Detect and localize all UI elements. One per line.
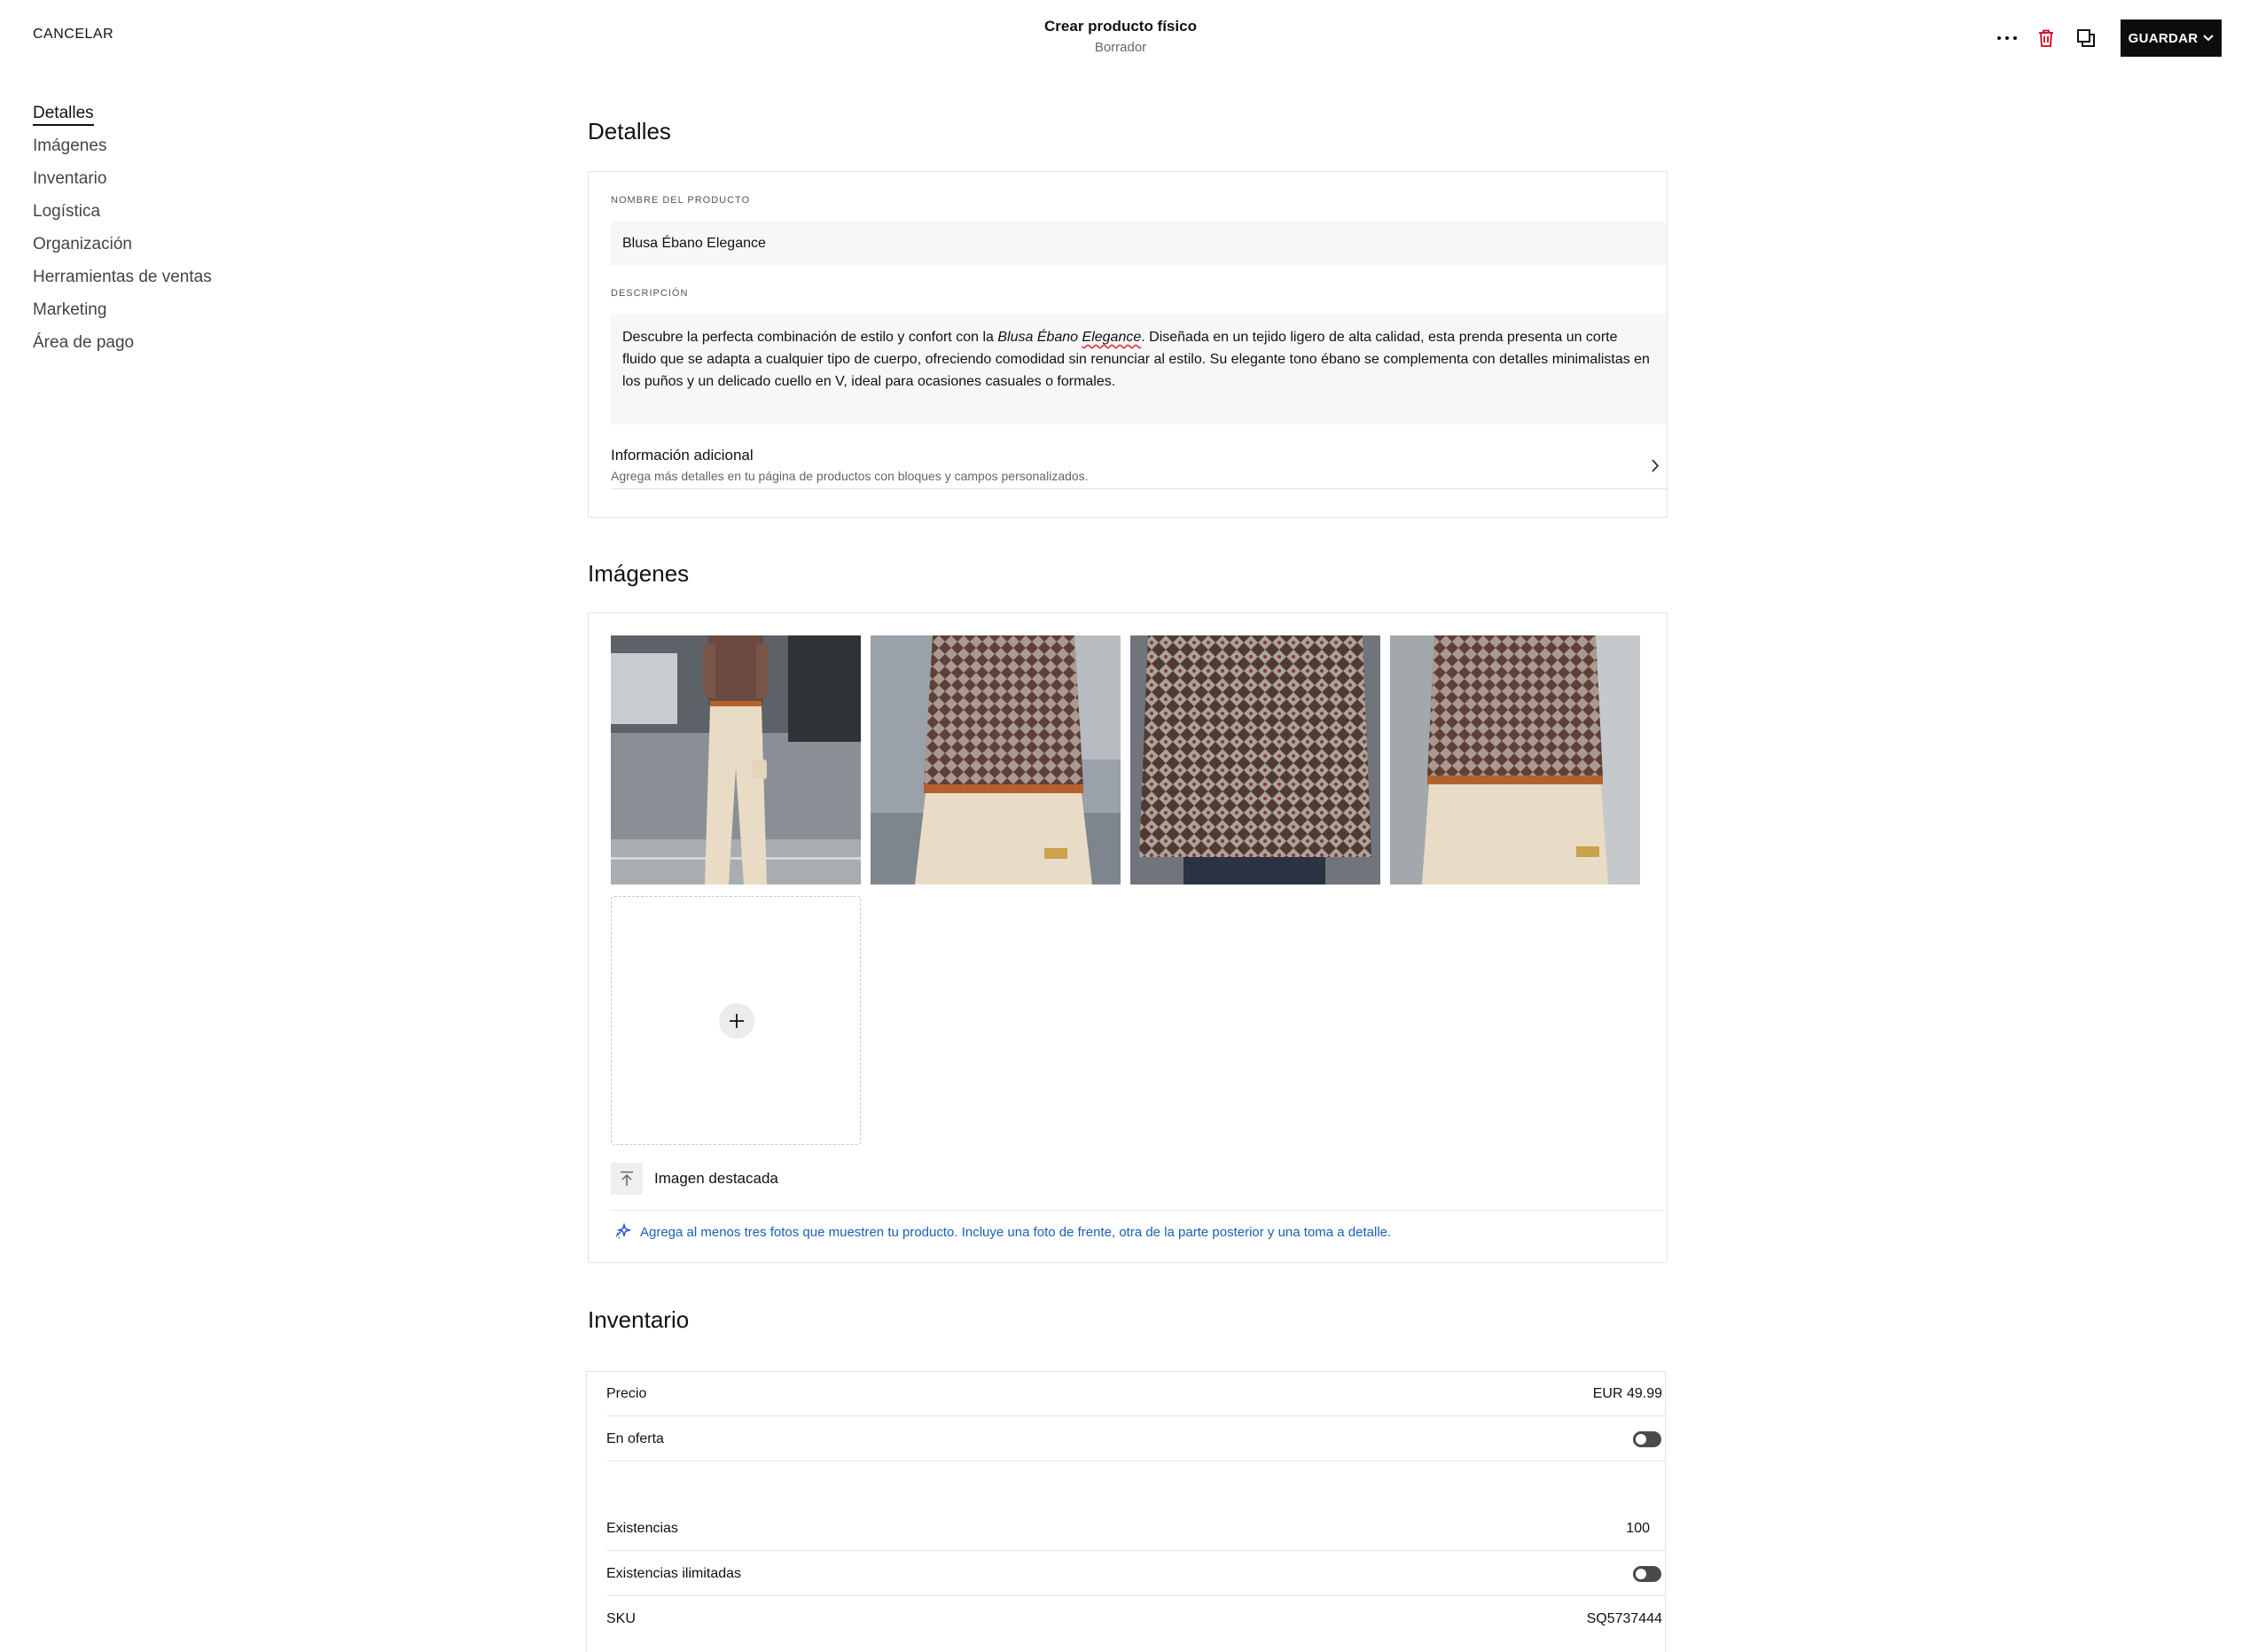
- chevron-down-icon: [2203, 35, 2215, 42]
- plus-icon: [719, 1003, 754, 1039]
- section-nav: Detalles Imágenes Inventario Logística O…: [33, 101, 212, 363]
- description-textarea[interactable]: Descubre la perfecta combinación de esti…: [611, 314, 1667, 425]
- sparkle-icon: [615, 1223, 631, 1239]
- nav-item-marketing[interactable]: Marketing: [33, 298, 212, 331]
- price-row[interactable]: Precio EUR 49.99: [606, 1372, 1665, 1416]
- additional-info-title: Información adicional: [611, 447, 754, 464]
- product-image[interactable]: [1130, 635, 1380, 884]
- description-label: DESCRIPCIÓN: [611, 288, 689, 299]
- featured-image-row[interactable]: Imagen destacada: [611, 1163, 778, 1195]
- page-header: Crear producto físico Borrador: [943, 18, 1298, 55]
- details-heading: Detalles: [588, 118, 671, 144]
- nav-item-organizacion[interactable]: Organización: [33, 232, 212, 265]
- additional-info-row[interactable]: Información adicional Agrega más detalle…: [611, 447, 1667, 489]
- stock-label: Existencias: [606, 1520, 678, 1536]
- chevron-right-icon: [1652, 459, 1660, 472]
- unlimited-stock-label: Existencias ilimitadas: [606, 1565, 742, 1581]
- product-image[interactable]: [611, 635, 861, 884]
- photo-tip-text: Agrega al menos tres fotos que muestren …: [640, 1224, 1392, 1240]
- stock-row[interactable]: Existencias 100: [606, 1507, 1665, 1551]
- product-name-input[interactable]: Blusa Ébano Elegance: [611, 222, 1667, 266]
- save-label: GUARDAR: [2128, 30, 2199, 46]
- trash-icon[interactable]: [2033, 25, 2059, 51]
- details-card: NOMBRE DEL PRODUCTO Blusa Ébano Elegance…: [588, 171, 1668, 518]
- on-sale-label: En oferta: [606, 1430, 664, 1446]
- on-sale-row: En oferta: [606, 1417, 1665, 1461]
- additional-info-subtitle: Agrega más detalles en tu página de prod…: [611, 469, 1089, 483]
- featured-image-label: Imagen destacada: [654, 1170, 778, 1187]
- cancel-button[interactable]: CANCELAR: [33, 27, 113, 43]
- on-sale-toggle[interactable]: [1633, 1430, 1661, 1447]
- nav-item-imagenes[interactable]: Imágenes: [33, 134, 212, 167]
- top-bar: CANCELAR Crear producto físico Borrador …: [0, 0, 2242, 74]
- nav-item-inventario[interactable]: Inventario: [33, 167, 212, 199]
- add-image-button[interactable]: [611, 896, 861, 1145]
- draft-status: Borrador: [1094, 40, 1147, 55]
- inventory-card: Precio EUR 49.99 En oferta Existencias 1…: [586, 1371, 1666, 1652]
- preview-icon[interactable]: [2073, 25, 2099, 51]
- sku-value: SQ5737444: [1586, 1611, 1662, 1626]
- photo-tip: Agrega al menos tres fotos que muestren …: [613, 1223, 1391, 1241]
- save-button[interactable]: GUARDAR: [2121, 19, 2222, 57]
- divider: [611, 1210, 1667, 1211]
- product-image[interactable]: [871, 635, 1121, 884]
- sku-row[interactable]: SKU SQ5737444: [606, 1597, 1665, 1641]
- stock-value: 100: [1626, 1520, 1650, 1536]
- inventory-heading: Inventario: [588, 1306, 690, 1333]
- page-title: Crear producto físico: [1044, 18, 1197, 35]
- upload-icon: [611, 1163, 643, 1195]
- more-icon[interactable]: [1994, 25, 2020, 51]
- nav-item-herramientas-de-ventas[interactable]: Herramientas de ventas: [33, 265, 212, 298]
- nav-item-detalles[interactable]: Detalles: [33, 101, 212, 134]
- nav-item-logistica[interactable]: Logística: [33, 199, 212, 232]
- product-image[interactable]: [1390, 635, 1640, 884]
- images-card: Imagen destacada Agrega al menos tres fo…: [588, 612, 1668, 1263]
- price-label: Precio: [606, 1385, 647, 1401]
- sku-label: SKU: [606, 1611, 636, 1626]
- unlimited-stock-toggle[interactable]: [1633, 1565, 1661, 1582]
- images-heading: Imágenes: [588, 560, 690, 587]
- nav-item-area-de-pago[interactable]: Área de pago: [33, 331, 212, 363]
- price-value: EUR 49.99: [1592, 1385, 1662, 1401]
- product-name-label: NOMBRE DEL PRODUCTO: [611, 195, 751, 206]
- unlimited-stock-row: Existencias ilimitadas: [606, 1552, 1665, 1596]
